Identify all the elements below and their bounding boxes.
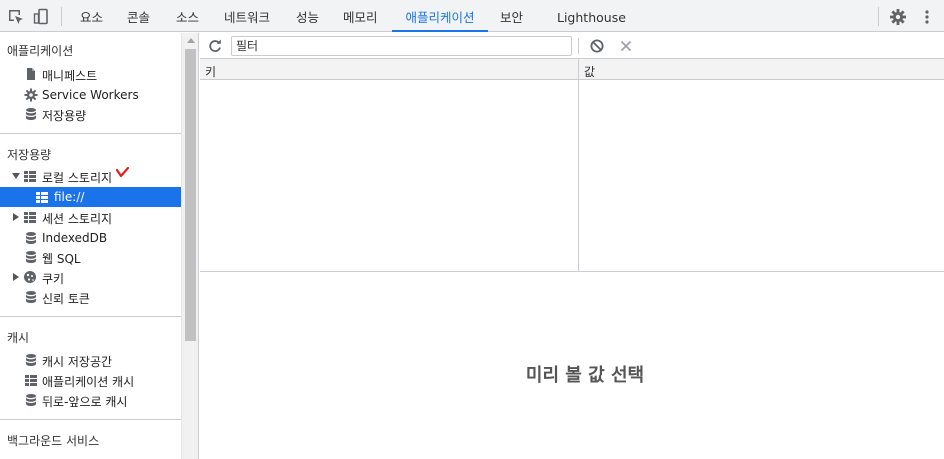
scrollbar-thumb[interactable] [185, 49, 196, 341]
grid-icon [24, 373, 38, 387]
devtools-tab-bar: 요소 콘솔 소스 네트워크 성능 메모리 애플리케이션 보안 Lighthous… [0, 0, 944, 32]
collapse-arrow-icon[interactable] [13, 273, 19, 281]
expand-arrow-icon[interactable] [12, 173, 20, 179]
sidebar-item-web-sql[interactable]: 웹 SQL [0, 247, 181, 267]
section-title-cache: 캐시 [7, 331, 30, 345]
toolbar-divider [878, 7, 879, 26]
tab-performance[interactable]: 성능 [296, 0, 319, 32]
sidebar-item-label: 쿠키 [42, 272, 65, 286]
scroll-up-arrow-icon[interactable] [187, 38, 195, 43]
section-title-storage: 저장용량 [7, 148, 52, 162]
sidebar-item-cache-storage[interactable]: 캐시 저장공간 [0, 350, 181, 370]
tab-sources[interactable]: 소스 [176, 0, 199, 32]
sidebar-item-indexeddb[interactable]: IndexedDB [0, 228, 181, 248]
delete-selected-icon[interactable] [618, 38, 634, 54]
database-icon [24, 353, 38, 367]
storage-toolbar: 필터 [200, 33, 944, 59]
sidebar-item-file-origin[interactable]: file:// [0, 187, 181, 207]
section-title-application: 애플리케이션 [7, 44, 74, 58]
tab-security[interactable]: 보안 [500, 0, 523, 32]
sidebar-item-local-storage[interactable]: 로컬 스토리지 [0, 166, 181, 186]
tab-elements[interactable]: 요소 [80, 0, 103, 32]
grid-icon [35, 190, 49, 204]
grid-icon [23, 210, 37, 224]
sidebar-item-label: file:// [54, 190, 85, 204]
collapse-arrow-icon[interactable] [13, 213, 19, 221]
sidebar-item-service-workers[interactable]: Service Workers [0, 85, 181, 105]
gear-icon [24, 88, 38, 102]
sidebar-item-trust-tokens[interactable]: 신뢰 토큰 [0, 287, 181, 307]
sidebar-item-cookies[interactable]: 쿠키 [0, 267, 181, 287]
value-preview-pane: 미리 볼 값 선택 [200, 273, 944, 459]
sidebar-item-label: 신뢰 토큰 [42, 292, 90, 306]
database-icon [24, 393, 38, 407]
red-annotation-mark [115, 166, 130, 179]
column-divider[interactable] [578, 59, 579, 272]
section-divider [0, 419, 181, 420]
device-toolbar-icon[interactable] [33, 8, 51, 26]
tab-console[interactable]: 콘솔 [127, 0, 150, 32]
tab-network[interactable]: 네트워크 [224, 0, 270, 32]
sidebar-item-label: 캐시 저장공간 [42, 355, 113, 369]
tab-application[interactable]: 애플리케이션 [392, 0, 488, 32]
settings-gear-icon[interactable] [889, 8, 907, 26]
column-header-value[interactable]: 값 [584, 63, 595, 80]
sidebar-item-manifest[interactable]: 매니페스트 [0, 64, 181, 84]
sidebar-item-session-storage[interactable]: 세션 스토리지 [0, 207, 181, 227]
cookie-icon [23, 270, 37, 284]
section-divider [0, 316, 181, 317]
clear-all-icon[interactable] [589, 38, 605, 54]
file-icon [24, 67, 38, 81]
toolbar-divider [578, 38, 579, 54]
inspect-element-icon[interactable] [7, 8, 25, 26]
sidebar-item-storage[interactable]: 저장용량 [0, 104, 181, 124]
tab-memory[interactable]: 메모리 [343, 0, 378, 32]
sidebar-item-label: 뒤로-앞으로 캐시 [42, 395, 128, 409]
sidebar-item-label: Service Workers [42, 88, 139, 102]
more-options-icon[interactable] [918, 8, 936, 26]
preview-placeholder-text: 미리 볼 값 선택 [525, 365, 645, 386]
filter-input[interactable]: 필터 [231, 36, 572, 56]
section-divider [0, 133, 181, 134]
section-title-background-services: 백그라운드 서비스 [7, 434, 100, 448]
sidebar-item-label: 애플리케이션 캐시 [42, 375, 135, 389]
grid-icon [23, 169, 37, 183]
toolbar-divider [61, 7, 62, 26]
database-icon [24, 290, 38, 304]
application-sidebar: 애플리케이션 매니페스트 Service Workers 저장용량 저장용량 로… [0, 33, 181, 459]
database-icon [24, 231, 38, 245]
sidebar-item-label: IndexedDB [42, 231, 108, 245]
sidebar-item-label: 매니페스트 [42, 69, 98, 83]
sidebar-item-label: 웹 SQL [42, 252, 81, 266]
sidebar-item-label: 저장용량 [42, 109, 87, 123]
refresh-icon[interactable] [207, 38, 223, 54]
tab-lighthouse[interactable]: Lighthouse [557, 0, 626, 32]
database-icon [24, 250, 38, 264]
database-icon [24, 107, 38, 121]
column-header-key[interactable]: 키 [205, 63, 216, 80]
sidebar-item-label: 로컬 스토리지 [42, 171, 113, 185]
sidebar-item-application-cache[interactable]: 애플리케이션 캐시 [0, 370, 181, 390]
grid-header: 키 값 [200, 59, 944, 80]
sidebar-scrollbar[interactable] [181, 33, 199, 459]
sidebar-item-back-forward-cache[interactable]: 뒤로-앞으로 캐시 [0, 390, 181, 410]
storage-data-grid[interactable]: 키 값 [200, 59, 944, 272]
sidebar-item-label: 세션 스토리지 [42, 212, 113, 226]
